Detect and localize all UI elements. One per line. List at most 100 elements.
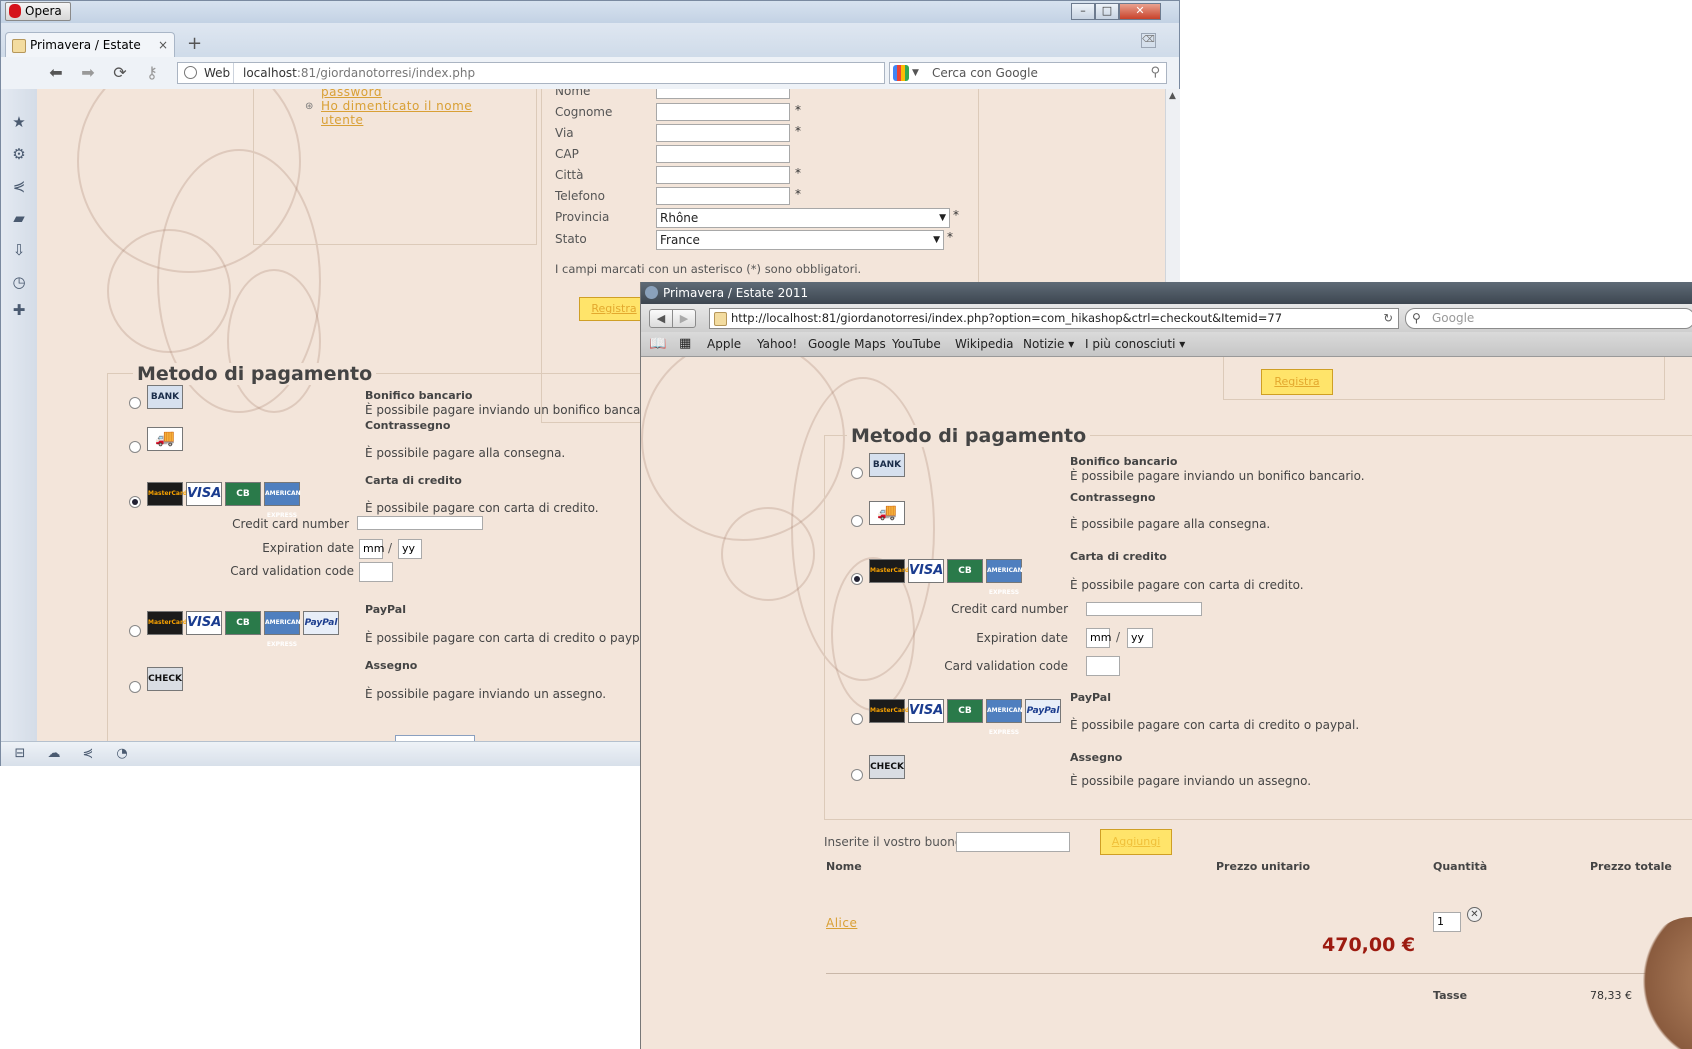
unite-icon[interactable]: ⋞: [79, 745, 97, 763]
nome-field[interactable]: [656, 89, 790, 99]
bookmark-apple[interactable]: Apple: [707, 332, 741, 356]
registra-button[interactable]: Registra: [1261, 369, 1333, 395]
cc-number-field[interactable]: [1086, 602, 1202, 616]
panel-toggle-icon[interactable]: ⊟: [11, 745, 29, 763]
exp-month-field[interactable]: mm: [359, 539, 384, 559]
exp-month-field[interactable]: mm: [1086, 628, 1111, 648]
radio-bank[interactable]: [851, 467, 863, 479]
paypal-icon: PayPal: [1025, 699, 1061, 723]
search-field[interactable]: ⚲ Google: [1405, 308, 1692, 329]
history-icon[interactable]: ◷: [10, 273, 28, 291]
chevron-down-icon: ▼: [939, 213, 946, 223]
mastercard-icon: MasterCard: [147, 482, 187, 506]
forgot-username-link[interactable]: Ho dimenticato il nome utente: [321, 99, 497, 127]
amex-icon: AMERICAN EXPRESS: [986, 699, 1023, 736]
tab-close-icon[interactable]: ×: [158, 33, 168, 57]
bookmark-yahoo[interactable]: Yahoo!: [757, 332, 797, 356]
speed-icon[interactable]: ◔: [113, 745, 131, 763]
label-cognome: Cognome: [555, 105, 613, 119]
cloud-icon[interactable]: ☁: [45, 745, 63, 763]
exp-year-field[interactable]: yy: [1127, 628, 1153, 648]
citta-field[interactable]: [656, 166, 790, 184]
closed-tabs-trash-icon[interactable]: ⌫: [1141, 33, 1156, 48]
method-desc: È possibile pagare inviando un assegno.: [365, 687, 607, 701]
cvc-label: Card validation code: [230, 564, 354, 578]
bookmark-youtube[interactable]: YouTube: [892, 332, 941, 356]
opera-menu-button[interactable]: Opera: [5, 2, 71, 21]
cc-number-field[interactable]: [357, 516, 483, 530]
radio-cod[interactable]: [129, 441, 141, 453]
bookmarks-book-icon[interactable]: 📖: [649, 332, 666, 356]
bookmarks-icon[interactable]: ★: [10, 113, 28, 131]
method-desc: È possibile pagare inviando un bonifico …: [1070, 469, 1365, 483]
cvc-field[interactable]: [1086, 656, 1120, 676]
radio-bank[interactable]: [129, 397, 141, 409]
add-panel-icon[interactable]: ✚: [10, 301, 28, 319]
radio-check[interactable]: [851, 769, 863, 781]
divider: [826, 973, 1692, 974]
search-field[interactable]: ▼ Cerca con Google ⚲: [889, 62, 1167, 84]
radio-check[interactable]: [129, 681, 141, 693]
mastercard-icon: MasterCard: [869, 699, 909, 723]
bookmark-wikipedia[interactable]: Wikipedia: [955, 332, 1014, 356]
required-asterisk: *: [947, 230, 953, 244]
scroll-up-icon[interactable]: ▲: [1169, 91, 1176, 101]
model-photo: [1631, 917, 1692, 1049]
address-bar[interactable]: http://localhost:81/giordanotorresi/inde…: [709, 308, 1399, 329]
forward-button[interactable]: ➡: [77, 63, 99, 83]
radio-credit-card[interactable]: [129, 496, 141, 508]
google-icon[interactable]: [893, 65, 909, 81]
bookmark-notizie[interactable]: Notizie ▾: [1023, 332, 1074, 356]
settings-icon[interactable]: ⚙: [10, 145, 28, 163]
top-sites-grid-icon[interactable]: ▦: [679, 332, 691, 356]
cognome-field[interactable]: [656, 103, 790, 121]
reload-icon[interactable]: ↻: [1383, 309, 1393, 328]
method-desc: È possibile pagare con carta di credito.: [1070, 578, 1304, 592]
notes-icon[interactable]: ▰: [10, 209, 28, 227]
add-bookmark-button[interactable]: [705, 305, 731, 324]
radio-cod[interactable]: [851, 515, 863, 527]
opera-navbar: ⬅ ➡ ⟳ ⚷ Web localhost:81/giordanotorresi…: [1, 57, 1179, 90]
back-button[interactable]: ◀: [649, 309, 673, 328]
cap-field[interactable]: [656, 145, 790, 163]
remove-item-icon[interactable]: ✕: [1467, 907, 1482, 922]
minimize-button[interactable]: –: [1071, 3, 1095, 20]
forward-button[interactable]: ▶: [672, 309, 696, 328]
radio-credit-card[interactable]: [851, 573, 863, 585]
cvc-field[interactable]: [359, 562, 393, 582]
bookmark-google-maps[interactable]: Google Maps: [808, 332, 886, 356]
registra-button[interactable]: Registra: [579, 297, 649, 321]
radio-paypal[interactable]: [851, 713, 863, 725]
search-mode-selector[interactable]: Web: [178, 63, 234, 83]
close-window-button[interactable]: ✕: [1119, 3, 1161, 20]
reload-button[interactable]: ⟳: [109, 63, 131, 83]
required-note: I campi marcati con un asterisco (*) son…: [555, 262, 862, 276]
search-icon[interactable]: ⚲: [1150, 63, 1160, 83]
forgot-password-link[interactable]: password: [321, 89, 382, 99]
stato-select[interactable]: France ▼: [656, 230, 944, 250]
cc-number-label: Credit card number: [951, 602, 1068, 616]
key-icon[interactable]: ⚷: [141, 63, 163, 83]
radio-paypal[interactable]: [129, 625, 141, 637]
via-field[interactable]: [656, 124, 790, 142]
bookmark-piu-conosciuti[interactable]: I più conosciuti ▾: [1085, 332, 1185, 356]
maximize-button[interactable]: □: [1095, 3, 1119, 20]
downloads-icon[interactable]: ⇩: [10, 241, 28, 259]
chevron-down-icon[interactable]: ▼: [912, 63, 919, 83]
back-button[interactable]: ⬅: [45, 63, 67, 83]
telefono-field[interactable]: [656, 187, 790, 205]
required-asterisk: *: [953, 208, 959, 222]
tab-primavera[interactable]: Primavera / Estate 2011 ×: [5, 32, 175, 76]
safari-window: Primavera / Estate 2011 ◀ ▶ http://local…: [640, 282, 1692, 1049]
coupon-label: Inserite il vostro buono: [824, 835, 963, 849]
quantity-field[interactable]: 1: [1433, 912, 1461, 932]
new-tab-button[interactable]: +: [187, 33, 202, 54]
provincia-select[interactable]: Rhône ▼: [656, 208, 950, 228]
exp-year-field[interactable]: yy: [398, 539, 422, 559]
apply-coupon-button[interactable]: Aggiungi: [1100, 829, 1172, 855]
coupon-field[interactable]: [956, 832, 1070, 852]
product-link-alice[interactable]: Alice: [826, 916, 857, 930]
method-desc: È possibile pagare con carta di credito …: [1070, 718, 1360, 732]
address-bar[interactable]: Web localhost:81/giordanotorresi/index.p…: [177, 62, 885, 84]
unite-icon[interactable]: ⋞: [10, 177, 28, 195]
